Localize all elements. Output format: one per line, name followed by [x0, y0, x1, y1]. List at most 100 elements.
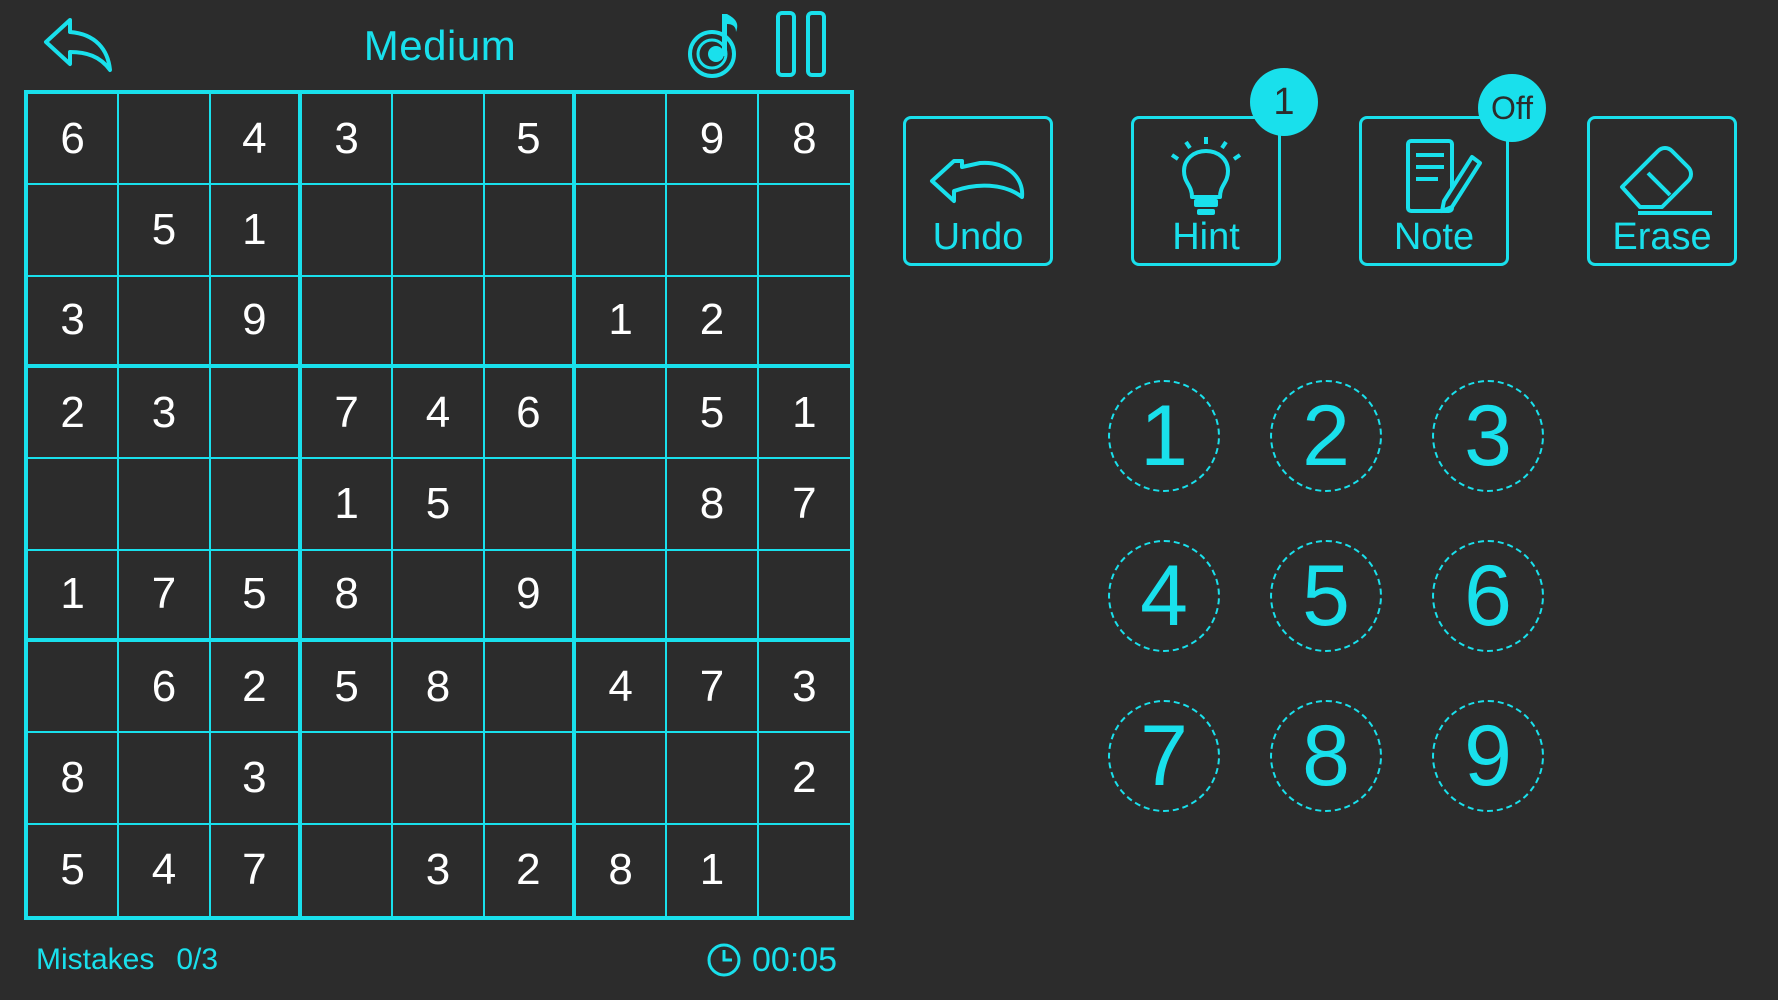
board-cell[interactable]: 3 [758, 642, 850, 734]
undo-button[interactable]: Undo [903, 116, 1053, 266]
board-cell[interactable]: 5 [667, 368, 759, 460]
board-cell[interactable]: 1 [28, 550, 120, 642]
board-cell[interactable] [393, 733, 485, 825]
board-cell[interactable]: 2 [210, 642, 302, 734]
board-cell[interactable]: 9 [667, 94, 759, 186]
board-cell[interactable]: 4 [393, 368, 485, 460]
board-cell[interactable] [758, 277, 850, 368]
board-cell[interactable] [393, 94, 485, 186]
hint-button[interactable]: Hint [1131, 116, 1281, 266]
board-cell[interactable]: 1 [758, 368, 850, 460]
board-cell[interactable] [393, 185, 485, 277]
board-cell[interactable]: 6 [484, 368, 576, 460]
board-cell[interactable]: 2 [28, 368, 120, 460]
board-cell[interactable]: 2 [758, 733, 850, 825]
board-cell[interactable]: 7 [211, 824, 302, 916]
board-cell[interactable]: 8 [393, 642, 485, 734]
board-cell[interactable]: 5 [484, 94, 576, 186]
number-button-9[interactable]: 9 [1432, 700, 1544, 812]
board-cell[interactable]: 6 [28, 94, 120, 186]
board-cell[interactable]: 1 [210, 185, 302, 277]
board-cell[interactable]: 5 [119, 185, 211, 277]
board-cell[interactable]: 6 [119, 642, 211, 734]
back-button[interactable] [40, 10, 120, 80]
board-cell[interactable]: 3 [28, 276, 120, 368]
board-cell[interactable]: 1 [576, 276, 668, 368]
board-cell[interactable] [576, 94, 668, 186]
board-cell[interactable] [210, 368, 302, 460]
board-cell[interactable]: 1 [667, 824, 759, 916]
board-cell[interactable]: 9 [484, 550, 576, 642]
board-cell[interactable]: 3 [302, 94, 394, 186]
board-cell[interactable]: 2 [485, 824, 576, 916]
board-cell[interactable] [302, 733, 394, 825]
number-button-3[interactable]: 3 [1432, 380, 1544, 492]
board-cell[interactable] [667, 733, 759, 825]
board-cell[interactable]: 7 [302, 368, 394, 460]
board-cell[interactable]: 8 [28, 733, 120, 825]
board-cell[interactable] [393, 276, 485, 368]
pause-button[interactable] [775, 10, 827, 78]
number-button-8[interactable]: 8 [1270, 700, 1382, 812]
board-cell[interactable] [484, 459, 576, 551]
board-cell[interactable] [484, 276, 576, 368]
board-cell[interactable]: 4 [210, 94, 302, 186]
board-cell[interactable]: 9 [210, 276, 302, 368]
board-cell[interactable]: 7 [667, 642, 759, 734]
board-cell[interactable]: 8 [302, 550, 394, 642]
board-cell[interactable]: 7 [119, 550, 211, 642]
number-button-1[interactable]: 1 [1108, 380, 1220, 492]
board-cell[interactable] [667, 185, 759, 277]
board-cell[interactable] [759, 825, 850, 916]
number-button-7[interactable]: 7 [1108, 700, 1220, 812]
board-cell[interactable] [210, 459, 302, 551]
board-cell[interactable]: 4 [576, 642, 668, 734]
board-cell[interactable] [576, 550, 668, 642]
board-cell[interactable]: 7 [758, 459, 850, 551]
board-cell[interactable]: 8 [758, 94, 850, 186]
board-cell[interactable] [484, 733, 576, 825]
board-cell[interactable] [576, 733, 668, 825]
board-cell[interactable] [119, 94, 211, 186]
board-cell[interactable] [667, 550, 759, 642]
board-cell[interactable] [119, 276, 211, 368]
difficulty-title: Medium [363, 22, 517, 69]
board-cell[interactable] [28, 185, 120, 277]
board-cell[interactable] [302, 824, 394, 916]
board-cell[interactable]: 5 [210, 550, 302, 642]
board-cell[interactable]: 8 [667, 459, 759, 551]
board-cell[interactable] [119, 733, 211, 825]
board-cell[interactable]: 5 [28, 824, 120, 916]
board-cell[interactable] [758, 551, 850, 642]
note-button[interactable]: Note [1359, 116, 1509, 266]
undo-label: Undo [932, 216, 1024, 258]
board-cell[interactable] [576, 459, 668, 551]
board-cell[interactable]: 5 [302, 642, 394, 734]
board-cell[interactable] [758, 185, 850, 277]
board-cell[interactable]: 3 [119, 368, 211, 460]
board-cell[interactable] [576, 185, 668, 277]
number-button-6[interactable]: 6 [1432, 540, 1544, 652]
board-cell[interactable] [302, 185, 394, 277]
mistakes-label: Mistakes [36, 943, 155, 976]
board-cell[interactable]: 3 [210, 733, 302, 825]
board-cell[interactable] [484, 642, 576, 734]
music-toggle-button[interactable] [686, 8, 746, 80]
board-cell[interactable]: 2 [667, 276, 759, 368]
board-cell[interactable]: 1 [302, 459, 394, 551]
board-cell[interactable] [119, 459, 211, 551]
number-button-4[interactable]: 4 [1108, 540, 1220, 652]
board-cell[interactable] [484, 185, 576, 277]
erase-button[interactable]: Erase [1587, 116, 1737, 266]
board-cell[interactable] [393, 550, 485, 642]
board-cell[interactable]: 3 [393, 824, 485, 916]
board-cell[interactable]: 5 [393, 459, 485, 551]
board-cell[interactable]: 4 [119, 824, 211, 916]
number-button-2[interactable]: 2 [1270, 380, 1382, 492]
number-button-5[interactable]: 5 [1270, 540, 1382, 652]
board-cell[interactable] [28, 459, 120, 551]
board-cell[interactable] [576, 368, 668, 460]
board-cell[interactable] [302, 276, 394, 368]
board-cell[interactable]: 8 [576, 824, 668, 916]
board-cell[interactable] [28, 642, 120, 734]
